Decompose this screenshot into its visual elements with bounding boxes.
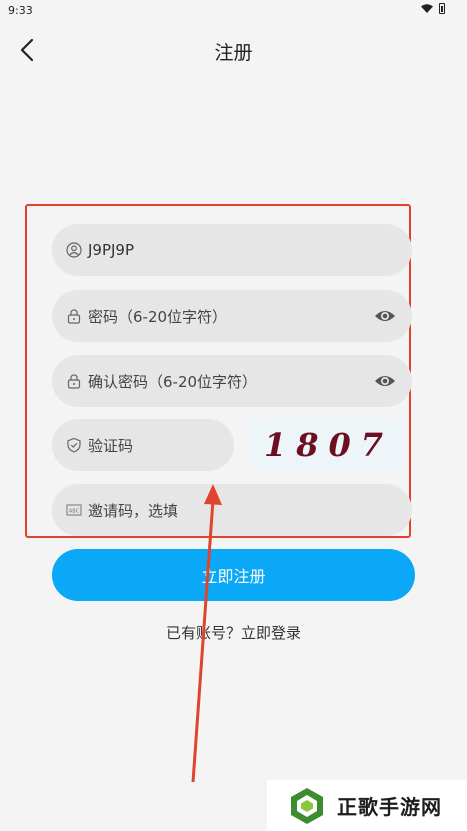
user-icon (66, 242, 82, 258)
wifi-icon (421, 3, 433, 13)
invite-code-field[interactable]: ABC 邀请码，选填 (52, 484, 412, 536)
watermark-text: 正歌手游网 (337, 795, 442, 819)
username-field[interactable]: J9PJ9P (52, 224, 412, 276)
watermark: 正歌手游网 (267, 780, 467, 831)
register-button[interactable]: 立即注册 (52, 549, 415, 601)
verification-code-placeholder: 验证码 (88, 436, 134, 455)
login-link[interactable]: 已有账号？立即登录 (0, 622, 467, 643)
abc-icon: ABC (66, 504, 82, 516)
password-placeholder: 密码（6-20位字符） (88, 307, 228, 326)
status-time: 9:33 (8, 4, 33, 17)
invite-code-placeholder: 邀请码，选填 (88, 501, 179, 520)
battery-icon (439, 3, 445, 14)
password-field[interactable]: 密码（6-20位字符） (52, 290, 412, 342)
svg-text:ABC: ABC (69, 508, 80, 514)
status-bar: 9:33 (0, 0, 467, 22)
shield-icon (67, 437, 81, 453)
captcha-image[interactable]: 1807 (246, 419, 406, 471)
site-logo-icon (291, 787, 323, 824)
lock-icon (67, 309, 81, 324)
page-title: 注册 (214, 42, 253, 64)
confirm-password-placeholder: 确认密码（6-20位字符） (88, 372, 258, 391)
lock-icon (67, 374, 81, 389)
header: 注册 (0, 30, 467, 70)
status-icons (421, 3, 445, 14)
show-confirm-password-eye-icon[interactable] (374, 371, 396, 391)
show-password-eye-icon[interactable] (374, 306, 396, 326)
confirm-password-field[interactable]: 确认密码（6-20位字符） (52, 355, 412, 407)
username-value: J9PJ9P (88, 241, 135, 259)
verification-code-field[interactable]: 验证码 (52, 419, 234, 471)
